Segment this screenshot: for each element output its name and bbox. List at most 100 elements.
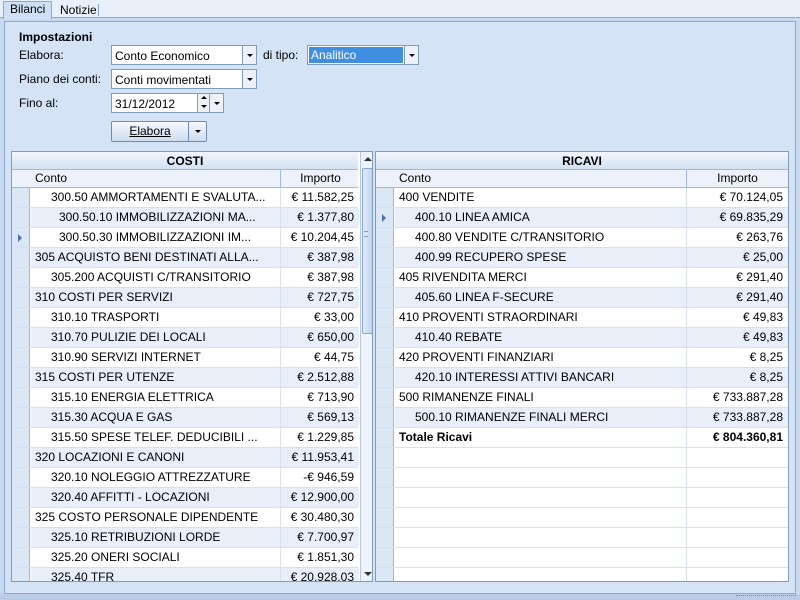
row-indicator[interactable] <box>12 488 30 507</box>
row-indicator[interactable] <box>376 308 394 327</box>
row-indicator[interactable] <box>12 528 30 547</box>
piano-select-value: Conti movimentati <box>115 73 212 87</box>
cell-importo: € 804.360,81 <box>686 428 788 447</box>
costi-col-importo[interactable]: Importo <box>280 170 360 187</box>
table-row[interactable]: 400.80 VENDITE C/TRANSITORIO € 263,76 <box>376 228 788 248</box>
table-row[interactable]: 320 LOCAZIONI E CANONI € 11.953,41 <box>12 448 359 468</box>
cell-importo <box>686 448 788 467</box>
row-indicator[interactable] <box>12 368 30 387</box>
table-row[interactable]: 300.50.30 IMMOBILIZZAZIONI IM... € 10.204… <box>12 228 358 248</box>
row-indicator[interactable] <box>376 348 394 367</box>
elabora-button-main[interactable]: Elabora <box>112 122 188 141</box>
table-row[interactable]: 325.40 TFR € 20.928,03 <box>12 568 359 581</box>
table-row[interactable]: 315.30 ACQUA E GAS € 569,13 <box>12 408 359 428</box>
cell-importo: € 11.582,25 <box>280 188 359 207</box>
row-indicator[interactable] <box>376 388 394 407</box>
elabora-button[interactable]: Elabora <box>111 121 207 142</box>
table-row[interactable]: 310.70 PULIZIE DEI LOCALI € 650,00 <box>12 328 359 348</box>
tipo-dropdown-button[interactable] <box>404 46 418 64</box>
table-row[interactable]: 315.50 SPESE TELEF. DEDUCIBILI ... € 1.22… <box>12 428 358 448</box>
row-indicator[interactable] <box>376 228 394 247</box>
table-row[interactable]: 405.60 LINEA F-SECURE € 291,40 <box>376 288 788 308</box>
cell-conto: 325.20 ONERI SOCIALI <box>51 550 180 564</box>
row-indicator[interactable] <box>12 408 30 427</box>
piano-dropdown-button[interactable] <box>242 70 256 88</box>
main-panel: Impostazioni Elabora: Conto Economico di… <box>4 21 796 594</box>
costi-col-conto[interactable]: Conto <box>31 170 280 187</box>
row-indicator[interactable] <box>12 388 30 407</box>
piano-select[interactable]: Conti movimentati <box>111 69 257 89</box>
table-row[interactable]: 410 PROVENTI STRAORDINARI € 49,83 <box>376 308 788 328</box>
table-row[interactable]: 300.50 AMMORTAMENTI E SVALUTA... € 11.582… <box>12 188 358 208</box>
table-row[interactable]: 300.50.10 IMMOBILIZZAZIONI MA... € 1.377,… <box>12 208 359 228</box>
table-row[interactable]: 325.10 RETRIBUZIONI LORDE € 7.700,97 <box>12 528 359 548</box>
table-row[interactable]: 305.200 ACQUISTI C/TRANSITORIO € 387,98 <box>12 268 358 288</box>
row-indicator[interactable] <box>12 468 30 487</box>
tab-notizie[interactable]: Notizie <box>54 3 98 19</box>
empty-row <box>376 548 788 568</box>
resize-grip-icon[interactable] <box>736 595 796 599</box>
row-indicator[interactable] <box>12 208 30 227</box>
table-row[interactable]: 400 VENDITE € 70.124,05 <box>376 188 788 208</box>
cell-conto: 500 RIMANENZE FINALI <box>399 390 534 404</box>
row-indicator[interactable] <box>12 448 30 467</box>
table-row[interactable]: 400.10 LINEA AMICA € 69.835,29 <box>376 208 788 228</box>
table-row[interactable]: 310.90 SERVIZI INTERNET € 44,75 <box>12 348 358 368</box>
row-indicator[interactable] <box>376 328 394 347</box>
date-picker[interactable]: 31/12/2012 <box>111 93 224 113</box>
row-indicator[interactable] <box>376 188 394 207</box>
row-indicator[interactable] <box>376 208 394 227</box>
ricavi-col-importo[interactable]: Importo <box>686 170 788 187</box>
row-indicator[interactable] <box>12 428 30 447</box>
row-indicator[interactable] <box>376 428 394 447</box>
row-indicator[interactable] <box>12 228 30 247</box>
scroll-thumb[interactable] <box>362 168 372 334</box>
row-indicator[interactable] <box>12 308 30 327</box>
table-row[interactable]: 500.10 RIMANENZE FINALI MERCI € 733.887,2… <box>376 408 788 428</box>
table-row[interactable]: 410.40 REBATE € 49,83 <box>376 328 788 348</box>
row-indicator[interactable] <box>12 348 30 367</box>
table-row[interactable]: 315.10 ENERGIA ELETTRICA € 713,90 <box>12 388 358 408</box>
table-row[interactable]: 420 PROVENTI FINANZIARI € 8,25 <box>376 348 788 368</box>
tipo-select[interactable]: Analitico <box>307 45 419 65</box>
table-row[interactable]: 420.10 INTERESSI ATTIVI BANCARI € 8,25 <box>376 368 788 388</box>
date-dropdown-button[interactable] <box>209 94 223 112</box>
table-row[interactable]: 305 ACQUISTO BENI DESTINATI ALLA... € 387… <box>12 248 359 268</box>
row-indicator[interactable] <box>376 408 394 427</box>
row-indicator[interactable] <box>12 328 30 347</box>
elabora-button-dropdown[interactable] <box>188 122 206 141</box>
row-indicator[interactable] <box>376 248 394 267</box>
row-indicator[interactable] <box>12 508 30 527</box>
elabora-select[interactable]: Conto Economico <box>111 45 257 65</box>
ricavi-col-conto[interactable]: Conto <box>395 170 686 187</box>
table-row[interactable]: 405 RIVENDITA MERCI € 291,40 <box>376 268 788 288</box>
ricavi-grid[interactable]: RICAVI Conto Importo 400 VENDITE € 70.124… <box>375 151 789 582</box>
table-row[interactable]: 315 COSTI PER UTENZE € 2.512,88 <box>12 368 359 388</box>
row-indicator[interactable] <box>12 188 30 207</box>
table-row[interactable]: 500 RIMANENZE FINALI € 733.887,28 <box>376 388 788 408</box>
cell-conto <box>395 468 686 487</box>
row-indicator[interactable] <box>376 368 394 387</box>
scroll-down-icon[interactable] <box>364 572 372 576</box>
table-row[interactable]: 325.20 ONERI SOCIALI € 1.851,30 <box>12 548 358 568</box>
row-indicator[interactable] <box>12 568 30 581</box>
row-indicator[interactable] <box>12 288 30 307</box>
elabora-dropdown-button[interactable] <box>242 46 256 64</box>
table-row[interactable]: 310.10 TRASPORTI € 33,00 <box>12 308 358 328</box>
costi-grid[interactable]: COSTI Conto Importo 300.50 AMMORTAMENTI … <box>11 151 373 582</box>
table-row[interactable]: 325 COSTO PERSONALE DIPENDENTE € 30.480,3… <box>12 508 358 528</box>
tab-bilanci[interactable]: Bilanci <box>3 1 52 19</box>
date-spinner[interactable] <box>197 94 209 112</box>
row-indicator[interactable] <box>12 548 30 567</box>
table-row[interactable]: 400.99 RECUPERO SPESE € 25,00 <box>376 248 788 268</box>
scroll-up-icon[interactable] <box>364 157 372 161</box>
row-indicator[interactable] <box>376 268 394 287</box>
row-indicator[interactable] <box>376 288 394 307</box>
total-row[interactable]: Totale Ricavi € 804.360,81 <box>376 428 788 448</box>
costi-scrollbar[interactable] <box>360 152 372 581</box>
table-row[interactable]: 320.10 NOLEGGIO ATTREZZATURE -€ 946,59 <box>12 468 358 488</box>
row-indicator[interactable] <box>12 268 30 287</box>
table-row[interactable]: 320.40 AFFITTI - LOCAZIONI € 12.900,00 <box>12 488 359 508</box>
row-indicator[interactable] <box>12 248 30 267</box>
table-row[interactable]: 310 COSTI PER SERVIZI € 727,75 <box>12 288 359 308</box>
